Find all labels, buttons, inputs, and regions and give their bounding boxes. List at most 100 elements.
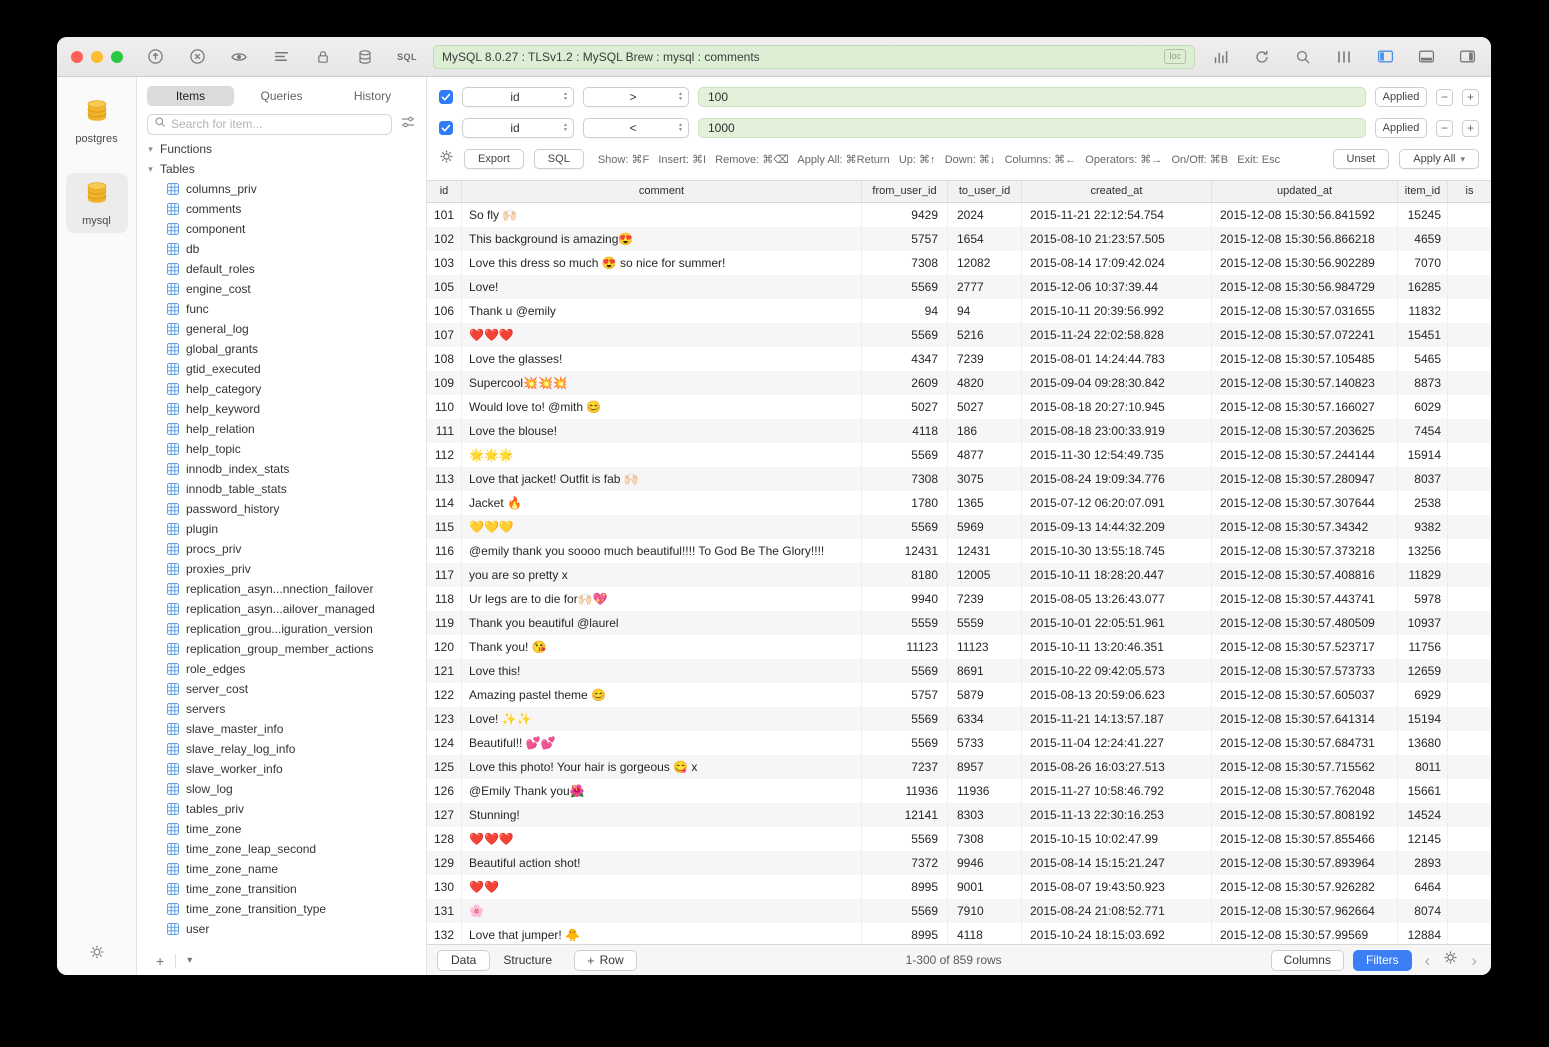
tab-items[interactable]: Items — [147, 86, 234, 106]
sidebar-table-item[interactable]: time_zone_leap_second — [137, 839, 426, 859]
sidebar-table-item[interactable]: time_zone_transition_type — [137, 899, 426, 919]
settings-gear-icon[interactable] — [89, 944, 105, 965]
column-header-created_at[interactable]: created_at — [1022, 181, 1212, 202]
table-row[interactable]: 121Love this!556986912015-10-22 09:42:05… — [427, 659, 1491, 683]
toggle-bottom-panel-icon[interactable] — [1416, 47, 1436, 67]
sidebar-table-item[interactable]: help_relation — [137, 419, 426, 439]
table-row[interactable]: 102This background is amazing😍5757165420… — [427, 227, 1491, 251]
tab-queries[interactable]: Queries — [238, 86, 325, 106]
table-row[interactable]: 117you are so pretty x8180120052015-10-1… — [427, 563, 1491, 587]
toggle-left-panel-icon[interactable] — [1375, 47, 1395, 67]
table-row[interactable]: 111Love the blouse!41181862015-08-18 23:… — [427, 419, 1491, 443]
tree-section-tables[interactable]: ▾ Tables — [137, 159, 426, 179]
sidebar-table-item[interactable]: innodb_table_stats — [137, 479, 426, 499]
connection-postgres[interactable]: postgres — [66, 91, 128, 151]
column-header-is[interactable]: is — [1448, 181, 1491, 202]
sidebar-table-item[interactable]: proxies_priv — [137, 559, 426, 579]
column-header-updated_at[interactable]: updated_at — [1212, 181, 1398, 202]
sidebar-table-item[interactable]: gtid_executed — [137, 359, 426, 379]
table-row[interactable]: 124Beautiful!! 💕💕556957332015-11-04 12:2… — [427, 731, 1491, 755]
connection-status-bar[interactable]: MySQL 8.0.27 : TLSv1.2 : MySQL Brew : my… — [433, 45, 1195, 69]
column-header-to_user_id[interactable]: to_user_id — [948, 181, 1022, 202]
sidebar-table-item[interactable]: tables_priv — [137, 799, 426, 819]
applied-button[interactable]: Applied — [1375, 118, 1427, 138]
filter-value-input[interactable] — [698, 118, 1366, 138]
close-window-button[interactable] — [71, 51, 83, 63]
database-icon[interactable] — [355, 47, 375, 67]
table-row[interactable]: 108Love the glasses!434772392015-08-01 1… — [427, 347, 1491, 371]
table-row[interactable]: 115💛💛💛556959692015-09-13 14:44:32.209201… — [427, 515, 1491, 539]
preview-eye-icon[interactable] — [229, 47, 249, 67]
columns-view-icon[interactable] — [1334, 47, 1354, 67]
table-row[interactable]: 106Thank u @emily94942015-10-11 20:39:56… — [427, 299, 1491, 323]
zoom-window-button[interactable] — [111, 51, 123, 63]
unset-button[interactable]: Unset — [1333, 149, 1390, 169]
sidebar-table-item[interactable]: servers — [137, 699, 426, 719]
table-row[interactable]: 125Love this photo! Your hair is gorgeou… — [427, 755, 1491, 779]
table-row[interactable]: 119Thank you beautiful @laurel5559555920… — [427, 611, 1491, 635]
applied-button[interactable]: Applied — [1375, 87, 1427, 107]
sidebar-table-item[interactable]: comments — [137, 199, 426, 219]
table-row[interactable]: 118Ur legs are to die for🙌🏻💖994072392015… — [427, 587, 1491, 611]
add-filter-button[interactable]: + — [1462, 120, 1479, 137]
add-item-menu-chevron[interactable]: ▾ — [182, 952, 197, 970]
remove-filter-button[interactable]: − — [1436, 89, 1453, 106]
tree-section-functions[interactable]: ▾ Functions — [137, 139, 426, 159]
table-row[interactable]: 131🌸556979102015-08-24 21:08:52.7712015-… — [427, 899, 1491, 923]
sidebar-table-item[interactable]: slave_master_info — [137, 719, 426, 739]
remove-filter-button[interactable]: − — [1436, 120, 1453, 137]
sidebar-table-item[interactable]: help_keyword — [137, 399, 426, 419]
tab-history[interactable]: History — [329, 86, 416, 106]
table-row[interactable]: 109Supercool💥💥💥260948202015-09-04 09:28:… — [427, 371, 1491, 395]
sidebar-table-item[interactable]: engine_cost — [137, 279, 426, 299]
connection-icon[interactable] — [145, 47, 165, 67]
sidebar-table-item[interactable]: time_zone_transition — [137, 879, 426, 899]
table-row[interactable]: 128❤️❤️❤️556973082015-10-15 10:02:47.992… — [427, 827, 1491, 851]
sql-button[interactable]: SQL — [534, 149, 584, 169]
table-row[interactable]: 110Would love to! @mith 😊502750272015-08… — [427, 395, 1491, 419]
page-next-chevron-icon[interactable]: › — [1467, 952, 1481, 969]
tab-data[interactable]: Data — [437, 950, 490, 971]
table-row[interactable]: 114Jacket 🔥178013652015-07-12 06:20:07.0… — [427, 491, 1491, 515]
columns-button[interactable]: Columns — [1271, 950, 1344, 971]
page-previous-chevron-icon[interactable]: ‹ — [1421, 952, 1435, 969]
filter-operator-select[interactable]: > — [583, 87, 689, 107]
filter-operator-select[interactable]: < — [583, 118, 689, 138]
sidebar-table-item[interactable]: time_zone_name — [137, 859, 426, 879]
chevron-down-icon[interactable]: ▾ — [146, 144, 155, 155]
table-row[interactable]: 112🌟🌟🌟556948772015-11-30 12:54:49.735201… — [427, 443, 1491, 467]
sidebar-table-item[interactable]: procs_priv — [137, 539, 426, 559]
sidebar-table-item[interactable]: func — [137, 299, 426, 319]
sidebar-table-item[interactable]: db — [137, 239, 426, 259]
filter-column-select[interactable]: id — [462, 87, 574, 107]
tab-structure[interactable]: Structure — [490, 950, 565, 971]
filter-enabled-checkbox[interactable] — [439, 90, 453, 104]
lock-icon[interactable] — [313, 47, 333, 67]
table-row[interactable]: 130❤️❤️899590012015-08-07 19:43:50.92320… — [427, 875, 1491, 899]
table-row[interactable]: 116@emily thank you soooo much beautiful… — [427, 539, 1491, 563]
rows-icon[interactable] — [271, 47, 291, 67]
filter-column-select[interactable]: id — [462, 118, 574, 138]
sidebar-table-item[interactable]: role_edges — [137, 659, 426, 679]
search-icon[interactable] — [1293, 47, 1313, 67]
table-row[interactable]: 113Love that jacket! Outfit is fab 🙌🏻730… — [427, 467, 1491, 491]
sidebar-table-item[interactable]: global_grants — [137, 339, 426, 359]
chevron-down-icon[interactable]: ▾ — [146, 164, 155, 175]
sidebar-table-item[interactable]: replication_asyn...nnection_failover — [137, 579, 426, 599]
table-row[interactable]: 122Amazing pastel theme 😊575758792015-08… — [427, 683, 1491, 707]
column-header-comment[interactable]: comment — [462, 181, 862, 202]
add-row-button[interactable]: + Row — [574, 950, 637, 971]
filter-sliders-icon[interactable] — [400, 114, 416, 135]
sql-editor-icon[interactable]: SQL — [397, 47, 417, 67]
sidebar-table-item[interactable]: plugin — [137, 519, 426, 539]
table-row[interactable]: 120Thank you! 😘11123111232015-10-11 13:2… — [427, 635, 1491, 659]
minimize-window-button[interactable] — [91, 51, 103, 63]
column-header-item_id[interactable]: item_id — [1398, 181, 1448, 202]
sidebar-table-item[interactable]: help_topic — [137, 439, 426, 459]
table-row[interactable]: 127Stunning!1214183032015-11-13 22:30:16… — [427, 803, 1491, 827]
filter-value-input[interactable] — [698, 87, 1366, 107]
table-row[interactable]: 105Love!556927772015-12-06 10:37:39.4420… — [427, 275, 1491, 299]
column-header-id[interactable]: id — [427, 181, 462, 202]
column-header-from_user_id[interactable]: from_user_id — [862, 181, 948, 202]
filters-button[interactable]: Filters — [1353, 950, 1412, 971]
